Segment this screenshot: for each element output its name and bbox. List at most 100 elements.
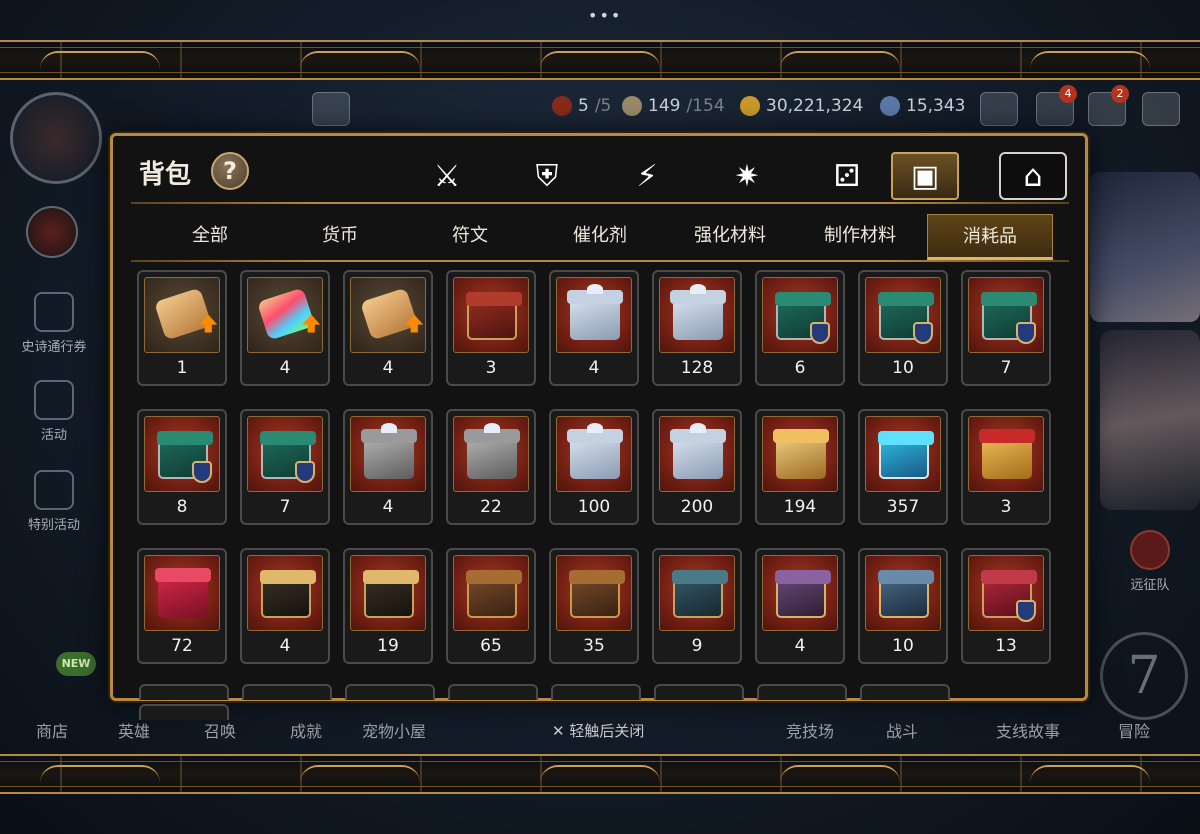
item-quantity: 128 <box>680 358 714 378</box>
inventory-item[interactable]: 7 <box>240 409 330 525</box>
category-tab-burst[interactable]: ✷ <box>713 152 781 200</box>
chat-button[interactable]: 2 <box>1088 85 1129 126</box>
menu-grid-button[interactable] <box>1142 92 1180 126</box>
inventory-item[interactable]: 4 <box>240 270 330 386</box>
help-button[interactable]: ? <box>211 152 249 190</box>
inventory-item[interactable]: 4 <box>240 548 330 664</box>
ornate-bottom-band <box>0 754 1200 794</box>
inventory-item[interactable]: 7 <box>961 270 1051 386</box>
player-avatar[interactable] <box>10 92 102 184</box>
skull-icon <box>1130 530 1170 570</box>
inventory-item[interactable]: 4 <box>549 270 639 386</box>
bag-icon: ▣ <box>910 158 940 194</box>
category-tab-lightning[interactable]: ⚡ <box>613 152 681 200</box>
window-more-icon[interactable]: ••• <box>588 6 622 25</box>
inventory-item[interactable]: 19 <box>343 548 433 664</box>
nav-battle[interactable]: 战斗 <box>886 718 918 742</box>
inventory-item[interactable]: 6 <box>755 270 845 386</box>
close-hint[interactable]: ✕ 轻触后关闭 <box>552 720 644 741</box>
silver-box-icon <box>659 277 735 353</box>
inventory-item[interactable]: 128 <box>652 270 742 386</box>
sub-tab[interactable]: 制作材料 <box>797 214 923 260</box>
mail-button[interactable]: 4 <box>1036 85 1077 126</box>
inventory-item[interactable]: 13 <box>961 548 1051 664</box>
nav-shop[interactable]: 商店 <box>36 718 68 742</box>
side-epic-pass[interactable]: 史诗通行券 <box>12 292 96 355</box>
category-tab-house[interactable]: ⌂ <box>999 152 1067 200</box>
house-icon: ⌂ <box>1023 158 1043 194</box>
inventory-item[interactable]: 9 <box>652 548 742 664</box>
red-gift-box-icon <box>144 555 220 631</box>
iron-box-icon <box>350 416 426 492</box>
dark-house-box-icon <box>350 555 426 631</box>
inventory-item[interactable]: 65 <box>446 548 536 664</box>
capacity-current: 149 <box>648 96 681 116</box>
side-special-event[interactable]: 特别活动 <box>12 470 96 533</box>
bookmark-button[interactable] <box>312 92 350 126</box>
sub-tab[interactable]: 催化剂 <box>537 214 663 260</box>
item-quantity: 4 <box>794 636 806 656</box>
nav-pet-house[interactable]: 宠物小屋 <box>362 718 426 742</box>
new-badge: NEW <box>56 652 96 676</box>
inventory-item[interactable]: 1 <box>137 270 227 386</box>
bell-icon <box>34 380 74 420</box>
nav-adventure[interactable]: 冒险 <box>1118 718 1150 742</box>
stamina-current: 5 <box>578 96 589 116</box>
chat-badge: 2 <box>1111 85 1129 103</box>
inventory-item[interactable]: 357 <box>858 409 948 525</box>
sub-tab[interactable]: 全部 <box>147 214 273 260</box>
category-tab-weapon-armor[interactable]: ⚔ <box>413 152 481 200</box>
nav-arena[interactable]: 竞技场 <box>786 718 834 742</box>
inventory-item[interactable]: 35 <box>549 548 639 664</box>
burst-icon: ✷ <box>734 158 760 194</box>
next-row-peek <box>139 684 1055 720</box>
item-quantity: 3 <box>1000 497 1012 517</box>
character-portrait <box>1090 172 1200 322</box>
nav-heroes[interactable]: 英雄 <box>118 718 150 742</box>
inventory-item[interactable]: 3 <box>961 409 1051 525</box>
item-quantity: 1 <box>176 358 188 378</box>
silver-box-icon <box>659 416 735 492</box>
item-quantity: 22 <box>480 497 502 517</box>
inventory-item[interactable]: 200 <box>652 409 742 525</box>
side-event[interactable]: 活动 <box>12 380 96 443</box>
hero-avatar[interactable] <box>26 206 78 258</box>
inventory-item[interactable]: 10 <box>858 270 948 386</box>
category-tab-dice[interactable]: ⚂ <box>813 152 881 200</box>
nav-summon[interactable]: 召唤 <box>204 718 236 742</box>
inventory-item[interactable]: 100 <box>549 409 639 525</box>
sub-tab[interactable]: 强化材料 <box>667 214 793 260</box>
inventory-item[interactable]: 4 <box>755 548 845 664</box>
inventory-item[interactable]: 4 <box>343 270 433 386</box>
inventory-item[interactable]: 3 <box>446 270 536 386</box>
adventure-button[interactable]: 7 <box>1100 632 1188 720</box>
inventory-item[interactable]: 8 <box>137 409 227 525</box>
sub-tab[interactable]: 货币 <box>277 214 403 260</box>
sub-tab[interactable]: 符文 <box>407 214 533 260</box>
category-tab-bag[interactable]: ▣ <box>891 152 959 200</box>
item-quantity: 35 <box>583 636 605 656</box>
inventory-item[interactable]: 72 <box>137 548 227 664</box>
side-expedition[interactable]: 远征队 <box>1110 530 1190 593</box>
item-quantity: 4 <box>279 358 291 378</box>
capacity-counter: 149/154 <box>622 96 725 116</box>
inventory-item[interactable]: 194 <box>755 409 845 525</box>
item-quantity: 6 <box>794 358 806 378</box>
sub-tab[interactable]: 消耗品 <box>927 214 1053 260</box>
side-epic-pass-label: 史诗通行券 <box>21 340 87 355</box>
nav-side-story[interactable]: 支线故事 <box>996 718 1060 742</box>
chest-red-icon <box>453 277 529 353</box>
navy-chest-icon <box>865 555 941 631</box>
character-portrait-2 <box>1100 330 1200 510</box>
inventory-item[interactable]: 10 <box>858 548 948 664</box>
inventory-hud-button[interactable] <box>980 92 1018 126</box>
lightning-icon: ⚡ <box>636 158 658 194</box>
inventory-item[interactable]: 4 <box>343 409 433 525</box>
nav-achievements[interactable]: 成就 <box>290 718 322 742</box>
capacity-max: /154 <box>686 96 725 116</box>
category-tab-broken-shield[interactable]: ⛨ <box>513 152 581 200</box>
inventory-item[interactable]: 22 <box>446 409 536 525</box>
ornate-top-band <box>0 40 1200 80</box>
item-quantity: 7 <box>1000 358 1012 378</box>
item-quantity: 13 <box>995 636 1017 656</box>
